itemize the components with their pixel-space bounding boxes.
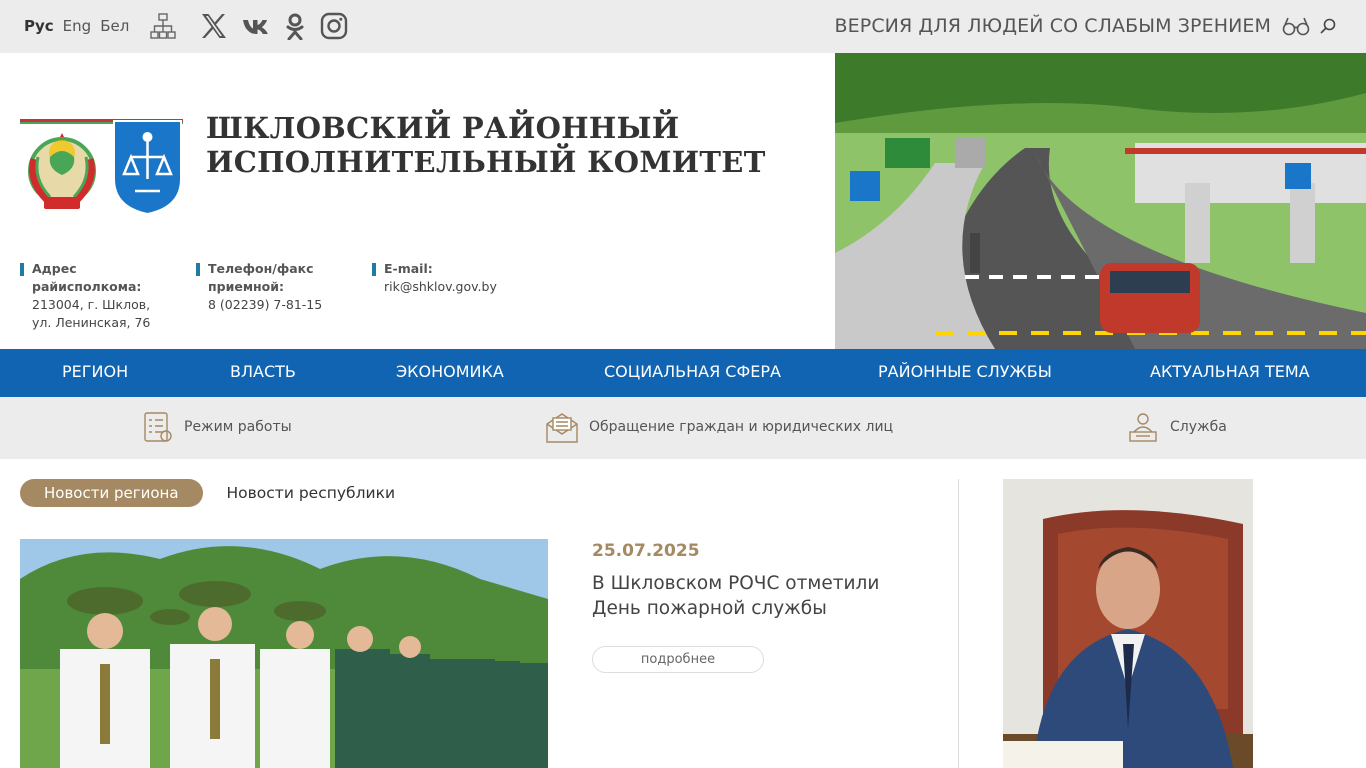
search-icon[interactable] <box>1320 18 1336 34</box>
nav-district-services[interactable]: РАЙОННЫЕ СЛУЖБЫ <box>878 362 1052 381</box>
tab-region-news[interactable]: Новости региона <box>20 479 203 507</box>
glasses-icon[interactable] <box>1282 16 1310 36</box>
site-header: ШКЛОВСКИЙ РАЙОННЫЙ ИСПОЛНИТЕЛЬНЫЙ КОМИТЕ… <box>0 53 1366 349</box>
state-emblem-logo[interactable] <box>20 119 104 215</box>
lang-en[interactable]: Eng <box>63 17 92 35</box>
envelope-icon <box>546 413 578 443</box>
top-bar: Рус Eng Бел ВЕРСИЯ ДЛЯ ЛЮДЕЙ СО СЛАБЫМ З… <box>0 0 1366 53</box>
social-links <box>200 12 348 41</box>
service-icon <box>1129 413 1157 442</box>
nav-current-topic[interactable]: АКТУАЛЬНАЯ ТЕМА <box>1150 362 1310 381</box>
contact-address-label: Адрес райисполкома: <box>32 261 142 294</box>
low-vision-link[interactable]: ВЕРСИЯ ДЛЯ ЛЮДЕЙ СО СЛАБЫМ ЗРЕНИЕМ <box>835 15 1271 37</box>
site-title-line2: ИСПОЛНИТЕЛЬНЫЙ КОМИТЕТ <box>206 145 766 179</box>
contact-address: Адрес райисполкома: 213004, г. Шклов, ул… <box>20 260 170 332</box>
lang-ru[interactable]: Рус <box>24 17 54 35</box>
nav-economy[interactable]: ЭКОНОМИКА <box>396 362 504 381</box>
quick-link-service[interactable]: Служба <box>1126 410 1227 444</box>
contact-email-label: E-mail: <box>384 261 433 276</box>
sitemap-icon[interactable] <box>150 13 176 40</box>
quick-link-working-hours[interactable]: Режим работы <box>140 410 292 444</box>
schedule-icon <box>144 412 172 442</box>
main-navigation: РЕГИОН ВЛАСТЬ ЭКОНОМИКА СОЦИАЛЬНАЯ СФЕРА… <box>0 349 1366 397</box>
shklov-coat-of-arms-logo[interactable] <box>111 119 184 215</box>
contact-email: E-mail: rik@shklov.gov.by <box>372 260 522 296</box>
lang-be[interactable]: Бел <box>100 17 129 35</box>
tab-republic-news[interactable]: Новости республики <box>227 484 396 502</box>
contact-phone-label: Телефон/факс приемной: <box>208 261 314 294</box>
contact-address-value: 213004, г. Шклов, ул. Ленинская, 76 <box>32 297 151 330</box>
news-photo[interactable] <box>20 539 548 768</box>
site-title-line1: ШКЛОВСКИЙ РАЙОННЫЙ <box>206 111 680 145</box>
quick-link-service-label: Служба <box>1170 419 1227 435</box>
quick-link-citizen-appeals[interactable]: Обращение граждан и юридических лиц <box>545 410 893 444</box>
news-date: 25.07.2025 <box>592 541 700 561</box>
quick-link-citizen-appeals-label: Обращение граждан и юридических лиц <box>589 419 894 435</box>
contact-phone-value: 8 (02239) 7-81-15 <box>208 297 323 312</box>
x-twitter-icon[interactable] <box>200 12 228 40</box>
news-title[interactable]: В Шкловском РОЧС отметили День пожарной … <box>592 571 912 621</box>
nav-region[interactable]: РЕГИОН <box>62 362 128 381</box>
quick-link-working-hours-label: Режим работы <box>184 419 292 435</box>
header-photo-road-bridge <box>835 53 1366 349</box>
news-tabs: Новости региона Новости республики <box>20 479 395 507</box>
chairman-portrait[interactable] <box>1003 479 1253 768</box>
contact-phone: Телефон/факс приемной: 8 (02239) 7-81-15 <box>196 260 336 314</box>
language-switcher: Рус Eng Бел <box>24 17 129 35</box>
odnoklassniki-icon[interactable] <box>284 12 306 41</box>
nav-social-sphere[interactable]: СОЦИАЛЬНАЯ СФЕРА <box>604 362 781 381</box>
site-title[interactable]: ШКЛОВСКИЙ РАЙОННЫЙ ИСПОЛНИТЕЛЬНЫЙ КОМИТЕ… <box>206 111 766 179</box>
column-divider <box>958 479 959 768</box>
nav-authority[interactable]: ВЛАСТЬ <box>230 362 296 381</box>
read-more-button[interactable]: подробнее <box>592 646 764 673</box>
quick-links-bar: Режим работы Обращение граждан и юридиче… <box>0 397 1366 459</box>
instagram-icon[interactable] <box>320 12 348 40</box>
contact-email-value[interactable]: rik@shklov.gov.by <box>384 278 522 296</box>
vk-icon[interactable] <box>242 12 270 40</box>
